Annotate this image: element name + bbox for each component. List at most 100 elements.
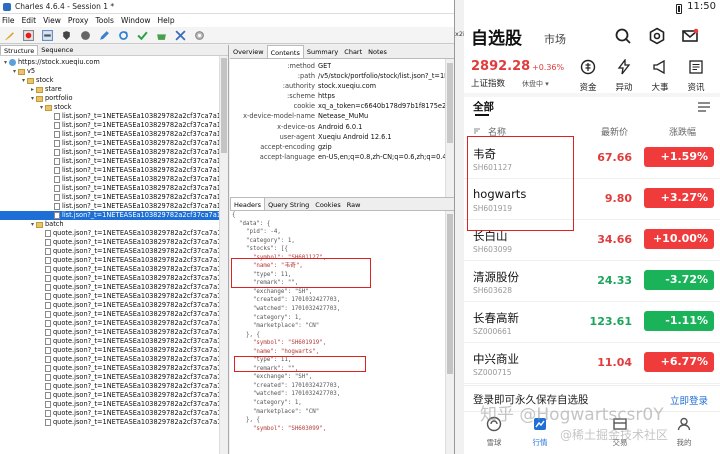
headers-scrollbar[interactable]	[445, 59, 454, 197]
tree-item-list-json[interactable]: list.json?_t=1NETEASEa103829782a2cf37ca7…	[0, 184, 228, 193]
page-title[interactable]: 自选股	[471, 24, 522, 49]
tab-cookies[interactable]: Cookies	[312, 198, 343, 210]
expand-toggle-icon[interactable]: ▾	[20, 76, 27, 85]
sort-icon[interactable]	[473, 127, 481, 135]
tree-scroll-thumb[interactable]	[221, 58, 227, 153]
tree-folder-portfolio[interactable]: ▾ portfolio	[0, 94, 228, 103]
tree-folder-stare[interactable]: ▸ stare	[0, 85, 228, 94]
quick-news-button[interactable]: 资讯	[679, 59, 713, 93]
tree-folder-stock[interactable]: ▾ stock	[0, 76, 228, 85]
tree-item-quote-json[interactable]: quote.json?_t=1NETEASEa103829782a2cf37ca…	[0, 229, 228, 238]
nav-quotes[interactable]: 行情	[520, 416, 560, 448]
tree-host[interactable]: ▾ https://stock.xueqiu.com	[0, 58, 228, 67]
tree-item-quote-json[interactable]: quote.json?_t=1NETEASEa103829782a2cf37ca…	[0, 256, 228, 265]
menu-window[interactable]: Window	[121, 16, 151, 25]
tree-item-quote-json[interactable]: quote.json?_t=1NETEASEa103829782a2cf37ca…	[0, 292, 228, 301]
tree-folder-stock-sub[interactable]: ▾ stock	[0, 103, 228, 112]
tree-folder-v5[interactable]: ▾ v5	[0, 67, 228, 76]
menu-tools[interactable]: Tools	[95, 16, 113, 25]
tree-item-quote-json[interactable]: quote.json?_t=1NETEASEa103829782a2cf37ca…	[0, 391, 228, 400]
check-icon[interactable]	[136, 29, 148, 41]
quick-movement-button[interactable]: 异动	[607, 58, 641, 93]
tab-chart[interactable]: Chart	[341, 45, 365, 58]
tree-item-list-json[interactable]: list.json?_t=1NETEASEa103829782a2cf37ca7…	[0, 112, 228, 121]
pen-icon[interactable]	[98, 29, 110, 41]
tab-summary[interactable]: Summary	[304, 45, 341, 58]
index-value[interactable]: 2892.28	[471, 59, 530, 74]
nav-mine[interactable]: 我的	[664, 416, 704, 448]
tree-item-list-json[interactable]: list.json?_t=1NETEASEa103829782a2cf37ca7…	[0, 202, 228, 211]
tree-item-quote-json[interactable]: quote.json?_t=1NETEASEa103829782a2cf37ca…	[0, 400, 228, 409]
stock-row[interactable]: 韦奇 SH601127 67.66 +1.59%	[464, 139, 720, 179]
col-change[interactable]: 涨跌幅	[669, 125, 696, 138]
tree-item-list-json[interactable]: list.json?_t=1NETEASEa103829782a2cf37ca7…	[0, 193, 228, 202]
tree-item-quote-json[interactable]: quote.json?_t=1NETEASEa103829782a2cf37ca…	[0, 283, 228, 292]
tree-item-quote-json[interactable]: quote.json?_t=1NETEASEa103829782a2cf37ca…	[0, 238, 228, 247]
search-icon[interactable]	[614, 27, 632, 45]
tab-all[interactable]: 全部	[473, 99, 494, 114]
stock-row[interactable]: 长白山 SH603099 34.66 +10.00%	[464, 221, 720, 261]
menu-icon[interactable]	[698, 102, 710, 112]
tree-item-quote-json[interactable]: quote.json?_t=1NETEASEa103829782a2cf37ca…	[0, 373, 228, 382]
nav-trade[interactable]: 交易	[600, 416, 640, 448]
breakpoint-icon[interactable]	[60, 29, 72, 41]
col-name[interactable]: 名称	[488, 125, 506, 138]
tools-icon[interactable]	[174, 29, 186, 41]
tree-item-quote-json[interactable]: quote.json?_t=1NETEASEa103829782a2cf37ca…	[0, 319, 228, 328]
tree-item-list-json[interactable]: list.json?_t=1NETEASEa103829782a2cf37ca7…	[0, 211, 228, 220]
tab-contents[interactable]: Contents	[266, 45, 304, 58]
tree-item-quote-json[interactable]: quote.json?_t=1NETEASEa103829782a2cf37ca…	[0, 310, 228, 319]
tree-scrollbar[interactable]	[219, 56, 228, 454]
tree-item-quote-json[interactable]: quote.json?_t=1NETEASEa103829782a2cf37ca…	[0, 355, 228, 364]
tab-headers[interactable]: Headers	[230, 198, 266, 210]
json-scrollbar[interactable]	[445, 211, 454, 454]
settings-hex-icon[interactable]	[648, 27, 666, 45]
tree-item-list-json[interactable]: list.json?_t=1NETEASEa103829782a2cf37ca7…	[0, 175, 228, 184]
tab-sequence[interactable]: Sequence	[38, 45, 76, 55]
stop-icon[interactable]	[79, 29, 91, 41]
tree-item-list-json[interactable]: list.json?_t=1NETEASEa103829782a2cf37ca7…	[0, 148, 228, 157]
tree-item-list-json[interactable]: list.json?_t=1NETEASEa103829782a2cf37ca7…	[0, 130, 228, 139]
expand-toggle-icon[interactable]: ▾	[11, 67, 18, 76]
tab-structure[interactable]: Structure	[0, 45, 39, 55]
expand-toggle-icon[interactable]: ▾	[29, 220, 36, 229]
expand-toggle-icon[interactable]: ▾	[2, 58, 9, 67]
col-price[interactable]: 最新价	[601, 125, 628, 138]
tab-overview[interactable]: Overview	[230, 45, 267, 58]
tree-item-quote-json[interactable]: quote.json?_t=1NETEASEa103829782a2cf37ca…	[0, 274, 228, 283]
tree-item-list-json[interactable]: list.json?_t=1NETEASEa103829782a2cf37ca7…	[0, 157, 228, 166]
settings-icon[interactable]	[193, 29, 205, 41]
stock-row[interactable]: 清源股份 SH603628 24.33 -3.72%	[464, 262, 720, 302]
tree-folder-batch[interactable]: ▾ batch	[0, 220, 228, 229]
menu-view[interactable]: View	[43, 16, 61, 25]
menu-proxy[interactable]: Proxy	[68, 16, 89, 25]
throttle-icon[interactable]	[41, 29, 53, 41]
headers-scroll-thumb[interactable]	[447, 63, 453, 143]
record-button-icon[interactable]	[22, 29, 34, 41]
tree-item-quote-json[interactable]: quote.json?_t=1NETEASEa103829782a2cf37ca…	[0, 337, 228, 346]
expand-toggle-icon[interactable]: ▾	[29, 94, 36, 103]
tree-item-quote-json[interactable]: quote.json?_t=1NETEASEa103829782a2cf37ca…	[0, 418, 228, 427]
stock-row[interactable]: hogwarts SH601919 9.80 +3.27%	[464, 180, 720, 220]
tree-item-quote-json[interactable]: quote.json?_t=1NETEASEa103829782a2cf37ca…	[0, 409, 228, 418]
tree-item-list-json[interactable]: list.json?_t=1NETEASEa103829782a2cf37ca7…	[0, 121, 228, 130]
menu-help[interactable]: Help	[158, 16, 175, 25]
tree-item-list-json[interactable]: list.json?_t=1NETEASEa103829782a2cf37ca7…	[0, 139, 228, 148]
tree-item-list-json[interactable]: list.json?_t=1NETEASEa103829782a2cf37ca7…	[0, 166, 228, 175]
tree-item-quote-json[interactable]: quote.json?_t=1NETEASEa103829782a2cf37ca…	[0, 346, 228, 355]
tab-query-string[interactable]: Query String	[265, 198, 312, 210]
nav-snowball[interactable]: 雪球	[474, 416, 514, 448]
expand-toggle-icon[interactable]: ▸	[29, 85, 36, 94]
login-button[interactable]: 立即登录	[670, 393, 708, 407]
tree-item-quote-json[interactable]: quote.json?_t=1NETEASEa103829782a2cf37ca…	[0, 328, 228, 337]
basket-icon[interactable]	[155, 29, 167, 41]
menu-edit[interactable]: Edit	[22, 16, 37, 25]
quick-events-button[interactable]: 大事	[643, 59, 677, 93]
tree-item-quote-json[interactable]: quote.json?_t=1NETEASEa103829782a2cf37ca…	[0, 301, 228, 310]
menu-file[interactable]: File	[2, 16, 15, 25]
json-scroll-thumb[interactable]	[447, 214, 453, 374]
tree-item-quote-json[interactable]: quote.json?_t=1NETEASEa103829782a2cf37ca…	[0, 364, 228, 373]
expand-toggle-icon[interactable]: ▾	[38, 103, 45, 112]
tree-item-quote-json[interactable]: quote.json?_t=1NETEASEa103829782a2cf37ca…	[0, 382, 228, 391]
market-state[interactable]: 休盘中 ▾	[522, 79, 549, 89]
